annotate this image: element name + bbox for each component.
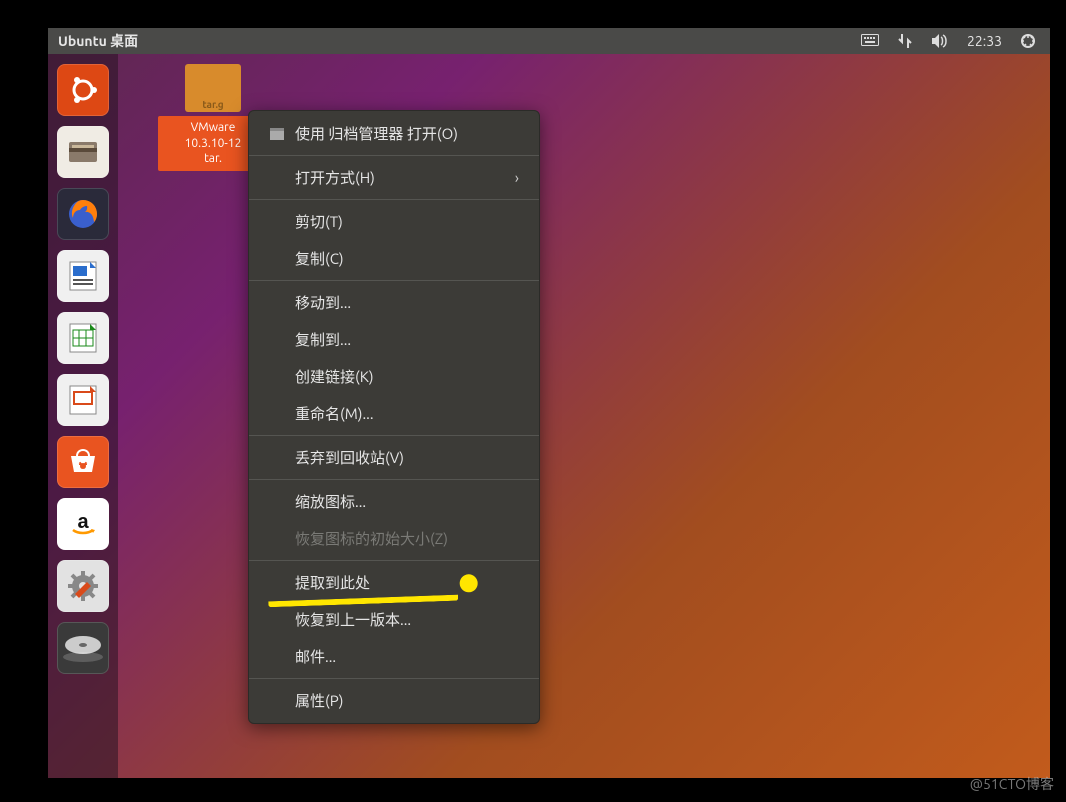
- launcher-libreoffice-impress[interactable]: [57, 374, 109, 426]
- menu-copy[interactable]: 复制(C): [249, 240, 539, 277]
- separator: [249, 199, 539, 200]
- archive-manager-icon: [269, 127, 287, 141]
- menu-restore-previous-version[interactable]: 恢复到上一版本...: [249, 601, 539, 638]
- menu-label: 移动到...: [295, 292, 351, 313]
- network-indicator-icon[interactable]: [897, 33, 913, 49]
- desktop-area[interactable]: a tar.g VMware 10.3.10-12 tar.: [48, 54, 1050, 778]
- clock[interactable]: 22:33: [967, 33, 1002, 49]
- menu-label: 使用 归档管理器 打开(O): [295, 123, 458, 144]
- menu-rename[interactable]: 重命名(M)...: [249, 395, 539, 432]
- window-title: Ubuntu 桌面: [58, 31, 138, 51]
- menu-label: 属性(P): [295, 690, 343, 711]
- menu-label: 恢复到上一版本...: [295, 609, 411, 630]
- launcher-libreoffice-writer[interactable]: [57, 250, 109, 302]
- keyboard-indicator-icon[interactable]: [861, 34, 879, 48]
- menu-label: 打开方式(H): [295, 167, 375, 188]
- separator: [249, 560, 539, 561]
- menu-move-to-trash[interactable]: 丢弃到回收站(V): [249, 439, 539, 476]
- menu-label: 丢弃到回收站(V): [295, 447, 404, 468]
- launcher-ubuntu-software[interactable]: [57, 436, 109, 488]
- menu-label: 缩放图标...: [295, 491, 366, 512]
- sound-indicator-icon[interactable]: [931, 33, 949, 49]
- menu-create-link[interactable]: 创建链接(K): [249, 358, 539, 395]
- menu-label: 重命名(M)...: [295, 403, 374, 424]
- launcher-files[interactable]: [57, 126, 109, 178]
- menu-extract-here[interactable]: 提取到此处: [249, 564, 539, 601]
- menu-properties[interactable]: 属性(P): [249, 682, 539, 719]
- menu-label: 提取到此处: [295, 572, 370, 593]
- launcher-firefox[interactable]: [57, 188, 109, 240]
- file-context-menu: 使用 归档管理器 打开(O) 打开方式(H) › 剪切(T) 复制(C) 移动到…: [248, 110, 540, 724]
- launcher-libreoffice-calc[interactable]: [57, 312, 109, 364]
- watermark-text: @51CTO博客: [970, 774, 1054, 794]
- archive-icon: tar.g: [185, 64, 241, 112]
- menu-copy-to[interactable]: 复制到...: [249, 321, 539, 358]
- launcher-dash-home[interactable]: [57, 64, 109, 116]
- separator: [249, 479, 539, 480]
- separator: [249, 435, 539, 436]
- menu-cut[interactable]: 剪切(T): [249, 203, 539, 240]
- menu-mail[interactable]: 邮件...: [249, 638, 539, 675]
- menu-label: 复制(C): [295, 248, 344, 269]
- menu-open-with-archive-manager[interactable]: 使用 归档管理器 打开(O): [249, 115, 539, 152]
- menu-label: 复制到...: [295, 329, 351, 350]
- menu-label: 剪切(T): [295, 211, 343, 232]
- launcher-system-settings[interactable]: [57, 560, 109, 612]
- menu-label: 创建链接(K): [295, 366, 374, 387]
- menu-label: 恢复图标的初始大小(Z): [295, 528, 448, 549]
- separator: [249, 280, 539, 281]
- svg-text:a: a: [77, 511, 89, 533]
- menu-zoom-icon[interactable]: 缩放图标...: [249, 483, 539, 520]
- menu-open-with[interactable]: 打开方式(H) ›: [249, 159, 539, 196]
- launcher-disc[interactable]: [57, 622, 109, 674]
- power-cog-icon[interactable]: [1020, 33, 1036, 49]
- menu-restore-icon-size: 恢复图标的初始大小(Z): [249, 520, 539, 557]
- chevron-right-icon: ›: [515, 169, 519, 186]
- menu-move-to[interactable]: 移动到...: [249, 284, 539, 321]
- vm-window: Ubuntu 桌面 22:33: [48, 28, 1050, 778]
- unity-launcher: a: [48, 54, 118, 778]
- top-menu-bar[interactable]: Ubuntu 桌面 22:33: [48, 28, 1050, 54]
- launcher-amazon[interactable]: a: [57, 498, 109, 550]
- outer-frame: Ubuntu 桌面 22:33: [0, 0, 1066, 802]
- separator: [249, 155, 539, 156]
- menu-label: 邮件...: [295, 646, 336, 667]
- separator: [249, 678, 539, 679]
